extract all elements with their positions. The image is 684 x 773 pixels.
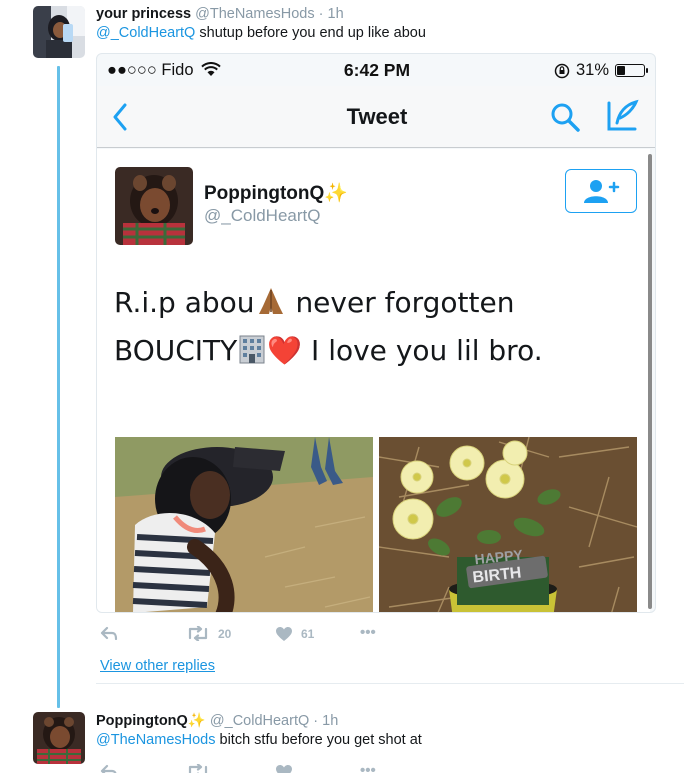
view-other-replies-link[interactable]: View other replies bbox=[100, 658, 215, 674]
more-options-button[interactable]: ••• bbox=[360, 762, 376, 773]
office-building-emoji bbox=[239, 335, 265, 364]
tweet-body: bitch stfu before you get shot at bbox=[219, 732, 422, 748]
avatar[interactable] bbox=[33, 6, 85, 58]
rotation-lock-icon bbox=[554, 63, 570, 78]
search-icon[interactable] bbox=[549, 101, 581, 133]
separator: · bbox=[318, 6, 324, 22]
status-right: 31% bbox=[554, 61, 648, 80]
reply-button[interactable] bbox=[100, 764, 118, 773]
sparkles-emoji: ✨ bbox=[324, 183, 348, 204]
sparkles-emoji: ✨ bbox=[187, 713, 206, 729]
timestamp[interactable]: 1h bbox=[322, 713, 338, 729]
battery-icon bbox=[615, 64, 648, 77]
more-options-button[interactable]: ••• bbox=[360, 624, 376, 641]
divider bbox=[96, 683, 684, 684]
tweet-photo[interactable] bbox=[115, 437, 373, 612]
praying-hands-emoji bbox=[258, 288, 283, 314]
phone-status-bar: ●●○○○ Fido 6:42 PM 31% bbox=[97, 54, 655, 86]
retweet-button[interactable]: 20 bbox=[186, 626, 231, 641]
mention-link[interactable]: @TheNamesHods bbox=[96, 732, 215, 748]
separator: · bbox=[313, 713, 319, 729]
timestamp[interactable]: 1h bbox=[328, 6, 344, 22]
avatar[interactable] bbox=[115, 167, 193, 245]
retweet-icon bbox=[188, 626, 208, 641]
tweet-header: your princess @TheNamesHods · 1h bbox=[96, 6, 344, 22]
handle[interactable]: @_ColdHeartQ bbox=[204, 206, 320, 226]
nav-bar: Tweet bbox=[97, 86, 655, 148]
add-user-icon bbox=[584, 180, 620, 203]
like-button[interactable] bbox=[275, 764, 293, 773]
heart-emoji: ❤️ bbox=[267, 334, 303, 367]
retweet-button[interactable] bbox=[186, 764, 210, 773]
tweet-body: shutup before you end up like abou bbox=[199, 25, 426, 41]
avatar[interactable] bbox=[33, 712, 85, 764]
reply-button[interactable] bbox=[100, 626, 118, 640]
handle[interactable]: @_ColdHeartQ bbox=[210, 713, 309, 729]
attached-screenshot[interactable]: ●●○○○ Fido 6:42 PM 31% Tweet PoppingtonQ… bbox=[96, 53, 656, 613]
tweet-photo[interactable]: HAPPY BIRTH bbox=[379, 437, 637, 612]
tweet-detail-card: PoppingtonQ✨ @_ColdHeartQ R.i.p abou nev… bbox=[97, 149, 650, 612]
display-name[interactable]: your princess bbox=[96, 6, 191, 22]
reply-icon bbox=[100, 764, 117, 773]
retweet-icon bbox=[188, 764, 208, 773]
tweet-text: @_ColdHeartQ shutup before you end up li… bbox=[96, 25, 426, 41]
mention-link[interactable]: @_ColdHeartQ bbox=[96, 25, 195, 41]
handle[interactable]: @TheNamesHods bbox=[195, 6, 314, 22]
like-button[interactable]: 61 bbox=[275, 626, 314, 642]
tweet-body: R.i.p abou never forgotten BOUCITY ❤️ I l… bbox=[114, 286, 543, 367]
reply-icon bbox=[100, 626, 118, 640]
conversation-thread-line bbox=[57, 66, 60, 708]
follow-button[interactable] bbox=[565, 169, 637, 213]
scrollbar[interactable] bbox=[648, 154, 652, 609]
display-name[interactable]: PoppingtonQ✨ bbox=[204, 181, 348, 205]
heart-icon bbox=[276, 627, 292, 641]
compose-tweet-icon[interactable] bbox=[605, 99, 639, 133]
battery-percent: 31% bbox=[575, 61, 609, 79]
display-name[interactable]: PoppingtonQ✨ bbox=[96, 713, 206, 729]
tweet-text: @TheNamesHods bitch stfu before you get … bbox=[96, 732, 422, 748]
retweet-count: 20 bbox=[218, 626, 232, 641]
heart-icon bbox=[276, 765, 292, 773]
tweet-header: PoppingtonQ✨ @_ColdHeartQ · 1h bbox=[96, 712, 338, 729]
like-count: 61 bbox=[301, 627, 315, 641]
